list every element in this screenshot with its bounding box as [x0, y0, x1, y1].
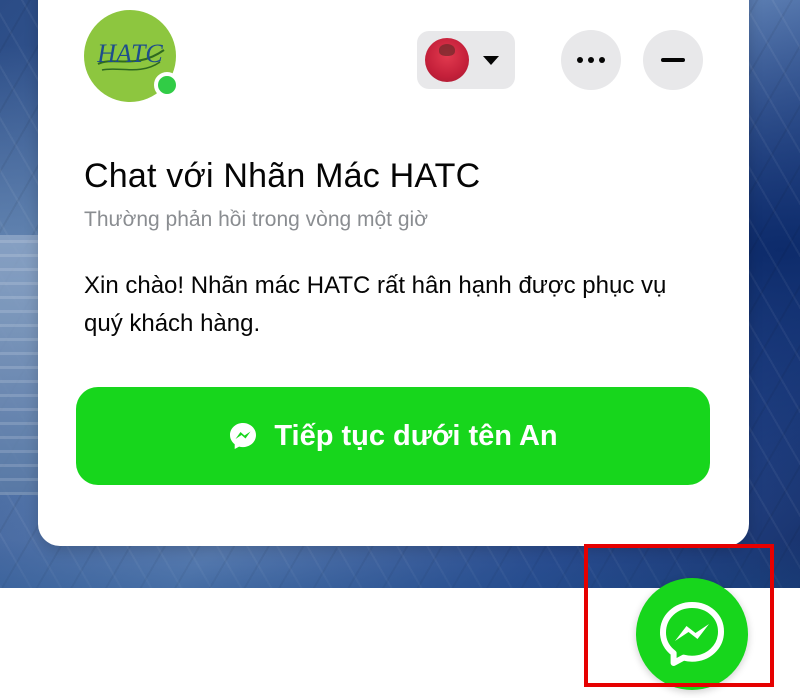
header-actions	[417, 30, 703, 90]
messenger-icon	[660, 602, 724, 666]
online-status-dot	[154, 72, 180, 98]
minimize-button[interactable]	[643, 30, 703, 90]
response-time-text: Thường phản hồi trong vòng một giờ	[84, 208, 428, 231]
background-building-graphic	[0, 235, 40, 495]
caret-down-icon	[483, 55, 499, 65]
messenger-chat-launcher[interactable]	[636, 578, 748, 690]
chat-title: Chat với Nhãn Mác HATC	[84, 157, 481, 195]
user-avatar	[425, 38, 469, 82]
minus-icon	[661, 58, 685, 62]
more-options-button[interactable]	[561, 30, 621, 90]
page-viewport: HATC Chat với Nhãn Mác HATC Thường phản …	[0, 0, 800, 698]
chat-plugin-card: HATC Chat với Nhãn Mác HATC Thường phản …	[38, 0, 749, 546]
more-horizontal-icon	[577, 57, 605, 63]
continue-as-label: Tiếp tục dưới tên An	[274, 419, 558, 452]
page-avatar-wrapper[interactable]: HATC	[84, 10, 180, 102]
continue-as-button[interactable]: Tiếp tục dưới tên An	[76, 387, 710, 485]
logo-text: HATC	[96, 39, 163, 68]
profile-switcher-button[interactable]	[417, 31, 515, 89]
greeting-message: Xin chào! Nhãn mác HATC rất hân hạnh đượ…	[84, 272, 667, 337]
messenger-icon	[230, 423, 257, 449]
